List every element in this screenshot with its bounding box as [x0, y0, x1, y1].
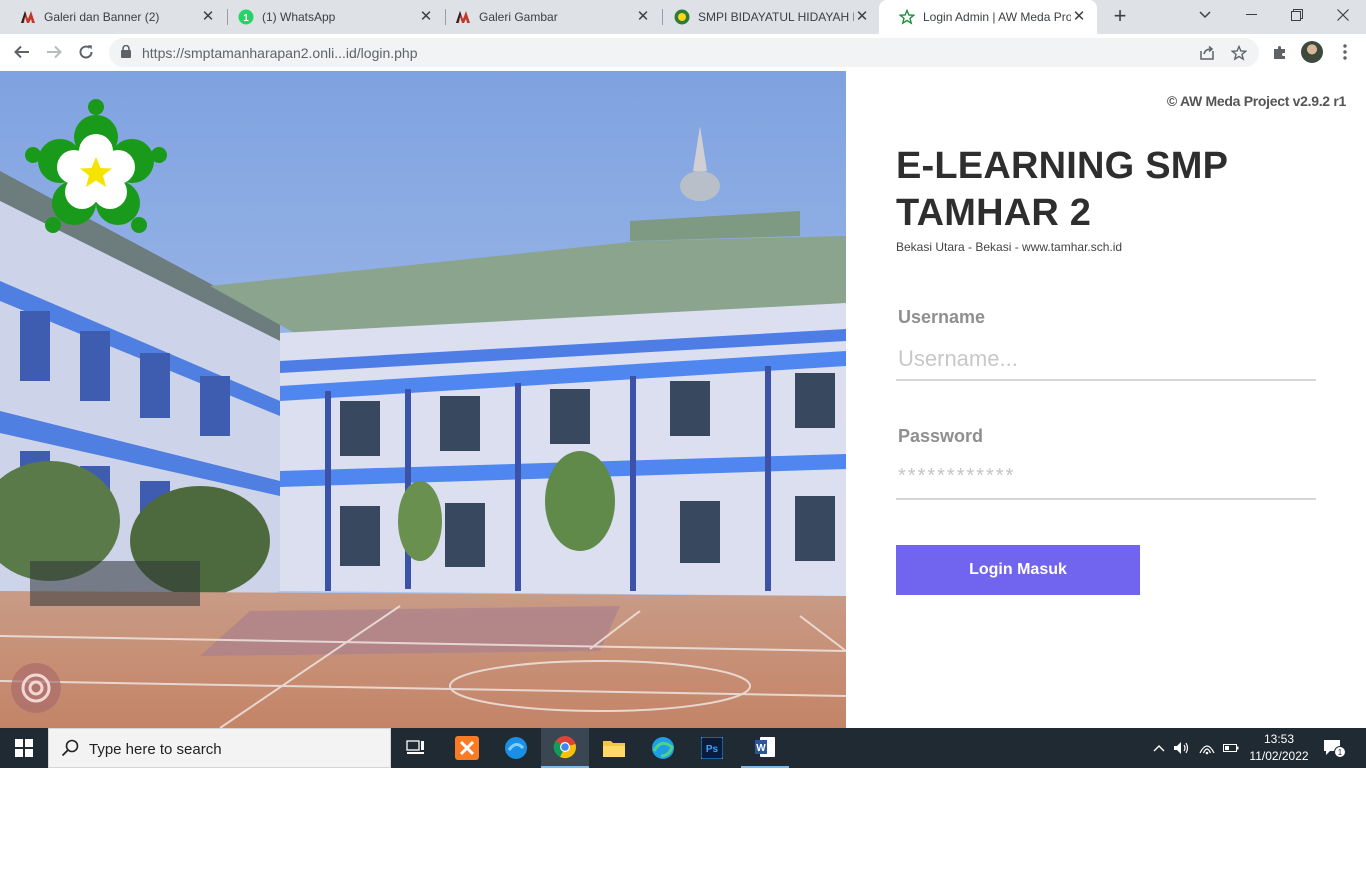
battery-icon[interactable]: [1221, 728, 1241, 768]
username-label: Username: [898, 307, 986, 327]
svg-text:1: 1: [1338, 748, 1343, 757]
tab-title: SMPI BIDAYATUL HIDAYAH B: [698, 10, 854, 24]
photoshop-icon[interactable]: Ps: [688, 728, 736, 768]
close-tab-icon[interactable]: ✕: [1071, 9, 1087, 25]
wifi-icon[interactable]: [1197, 728, 1217, 768]
notification-center-icon[interactable]: 1: [1320, 728, 1348, 768]
search-placeholder: Type here to search: [89, 741, 222, 758]
star-outline-icon: [899, 9, 915, 25]
copyright-text: © AW Meda Project v2.9.2 r1: [1166, 93, 1346, 109]
file-explorer-icon[interactable]: [590, 728, 638, 768]
extensions-puzzle-icon[interactable]: [1268, 40, 1292, 64]
school-logo-icon: [674, 9, 690, 25]
login-button[interactable]: Login Masuk: [896, 545, 1140, 595]
volume-icon[interactable]: [1172, 728, 1192, 768]
tab-whatsapp[interactable]: 1 (1) WhatsApp ✕: [218, 0, 444, 34]
login-panel: © AW Meda Project v2.9.2 r1 E-LEARNING S…: [846, 71, 1366, 728]
close-tab-icon[interactable]: ✕: [418, 9, 434, 25]
url-text: https://smptamanharapan2.onli...id/login…: [142, 45, 418, 61]
browser-toolbar: https://smptamanharapan2.onli...id/login…: [0, 34, 1366, 72]
username-input[interactable]: [896, 339, 1316, 381]
aw-logo-icon: [455, 9, 471, 25]
windows-start-button[interactable]: [0, 728, 48, 768]
school-logo: [22, 97, 170, 237]
reload-button[interactable]: [74, 40, 98, 64]
share-icon[interactable]: [1197, 43, 1217, 63]
tab-title: Login Admin | AW Meda Proj: [923, 10, 1071, 24]
tab-galeri-banner[interactable]: Galeri dan Banner (2) ✕: [0, 0, 226, 34]
floating-widget-icon[interactable]: [10, 662, 62, 714]
tab-search-chevron-icon[interactable]: [1182, 0, 1228, 30]
tab-login-admin[interactable]: Login Admin | AW Meda Proj ✕: [879, 0, 1097, 34]
lock-icon[interactable]: [121, 44, 131, 63]
aw-logo-icon: [20, 9, 36, 25]
search-icon: [61, 739, 79, 762]
clock-time: 13:53: [1263, 732, 1295, 746]
tab-title: (1) WhatsApp: [262, 10, 336, 24]
app-subtitle: Bekasi Utara - Bekasi - www.tamhar.sch.i…: [896, 240, 1123, 254]
show-hidden-icons-chevron-icon[interactable]: [1150, 728, 1168, 768]
svg-text:W: W: [756, 743, 766, 754]
tab-title: Galeri Gambar: [479, 10, 558, 24]
tab-title: Galeri dan Banner (2): [44, 10, 160, 24]
close-window-button[interactable]: [1320, 0, 1366, 30]
close-tab-icon[interactable]: ✕: [854, 9, 870, 25]
password-label: Password: [898, 426, 984, 446]
browser-tab-strip: Galeri dan Banner (2) ✕ 1 (1) WhatsApp ✕…: [0, 0, 1366, 34]
bookmark-star-icon[interactable]: [1229, 43, 1249, 63]
system-clock[interactable]: 13:53 11/02/2022: [1244, 731, 1314, 765]
address-bar[interactable]: https://smptamanharapan2.onli...id/login…: [109, 38, 1259, 67]
svg-text:1: 1: [243, 13, 249, 24]
xampp-icon[interactable]: [443, 728, 491, 768]
chrome-icon[interactable]: [541, 728, 589, 768]
whatsapp-icon: 1: [238, 9, 254, 25]
chrome-menu-icon[interactable]: [1333, 40, 1357, 64]
app-title: E-LEARNING SMP TAMHAR 2: [896, 145, 1228, 234]
minimize-button[interactable]: [1228, 0, 1274, 30]
taskbar-search-box[interactable]: Type here to search: [48, 728, 391, 768]
edge-dev-icon[interactable]: [492, 728, 540, 768]
forward-button[interactable]: [42, 40, 66, 64]
password-input[interactable]: [896, 455, 1316, 500]
svg-text:Ps: Ps: [706, 744, 719, 755]
word-icon[interactable]: W: [741, 728, 789, 768]
new-tab-button[interactable]: +: [1108, 5, 1132, 29]
close-tab-icon[interactable]: ✕: [200, 9, 216, 25]
tab-smpi-bidayatul[interactable]: SMPI BIDAYATUL HIDAYAH B ✕: [654, 0, 880, 34]
task-view-icon[interactable]: [392, 728, 440, 768]
tab-galeri-gambar[interactable]: Galeri Gambar ✕: [435, 0, 661, 34]
profile-avatar[interactable]: [1301, 41, 1323, 63]
clock-date: 11/02/2022: [1249, 749, 1309, 763]
restore-button[interactable]: [1274, 0, 1320, 30]
windows-taskbar: Type here to search Ps W 13:53 11/02/202…: [0, 728, 1366, 768]
close-tab-icon[interactable]: ✕: [635, 9, 651, 25]
edge-icon[interactable]: [639, 728, 687, 768]
back-button[interactable]: [10, 40, 34, 64]
